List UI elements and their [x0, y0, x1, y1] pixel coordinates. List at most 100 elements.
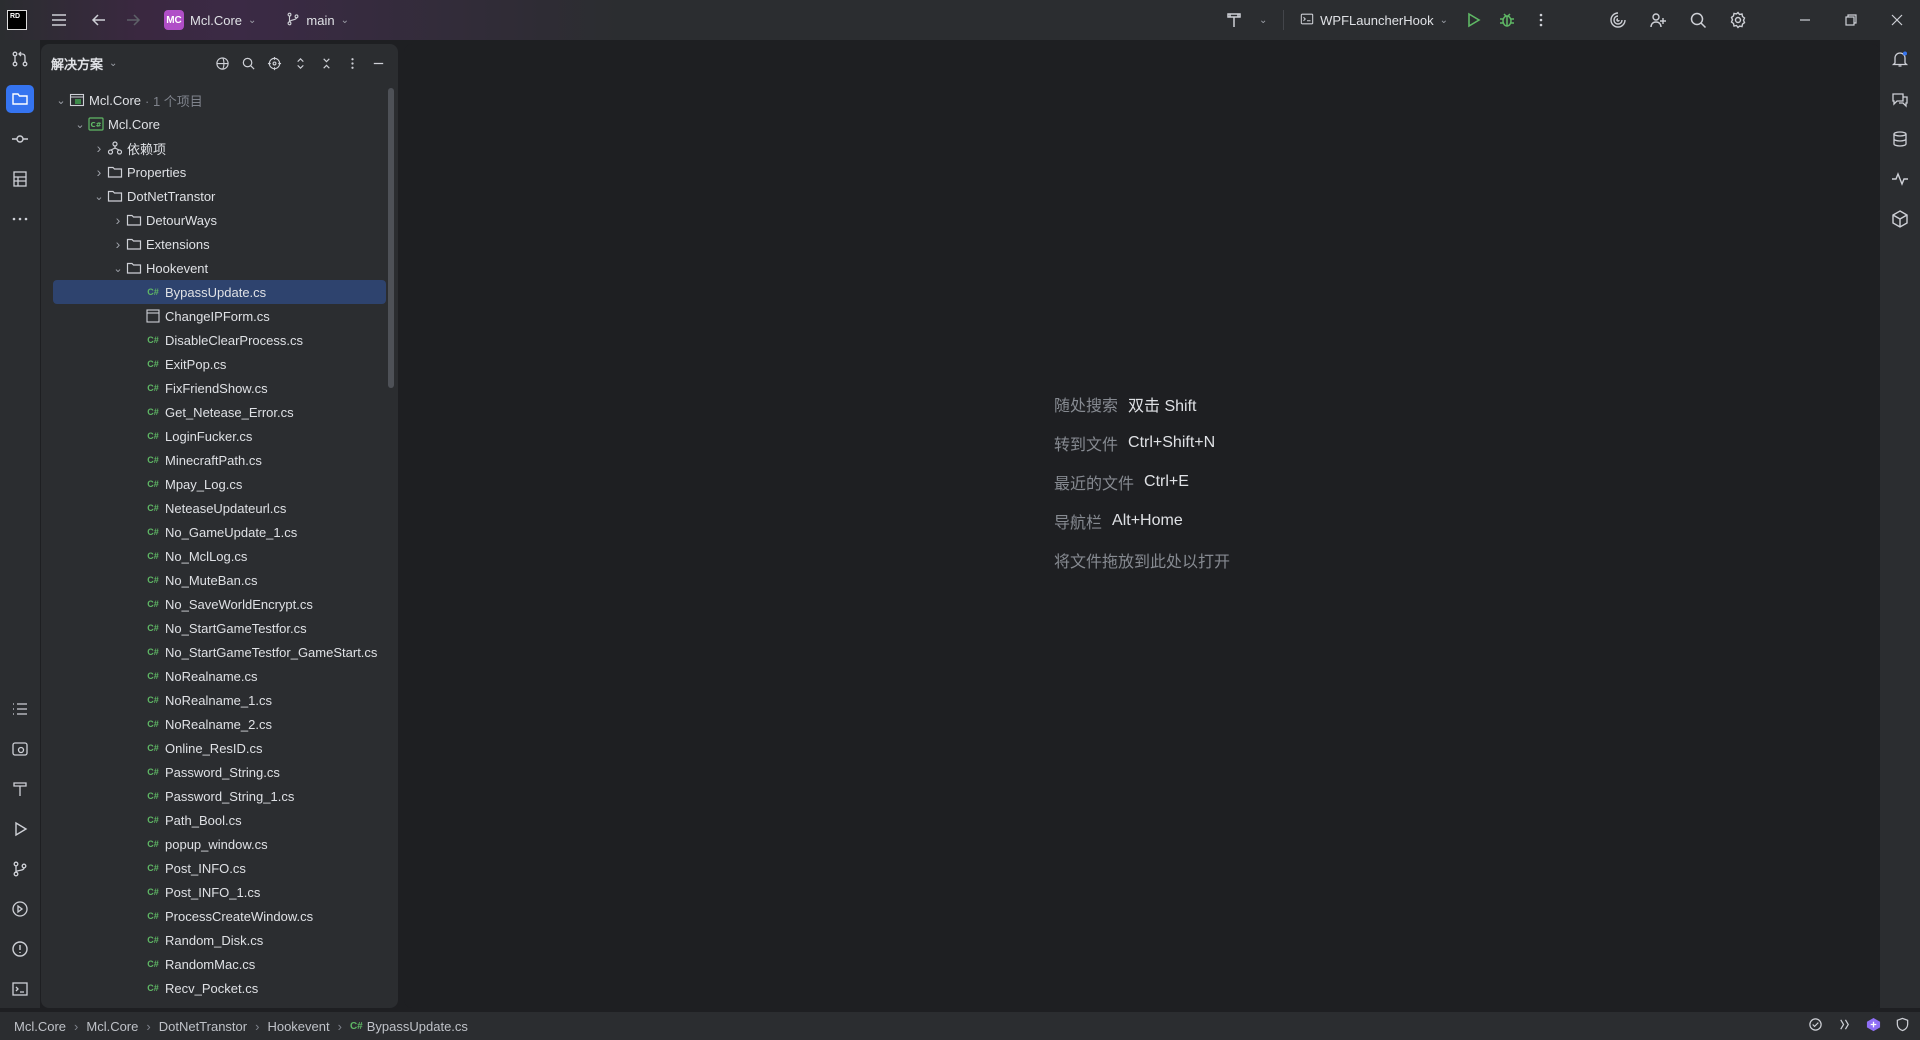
tree-row[interactable]: C# Recv_Pocket.cs	[41, 976, 398, 1000]
power-save-icon[interactable]	[1837, 1017, 1852, 1035]
tree-row[interactable]: C# Get_Netease_Error.cs	[41, 400, 398, 424]
panel-title[interactable]: 解决方案	[51, 54, 103, 73]
more-actions-icon[interactable]	[1524, 0, 1558, 40]
build-icon[interactable]	[6, 775, 34, 803]
services-icon[interactable]	[6, 735, 34, 763]
commit-icon[interactable]	[6, 125, 34, 153]
tree-row[interactable]: C# Post_INFO_1.cs	[41, 880, 398, 904]
run-config-widget[interactable]: WPFLauncherHook ⌄	[1292, 6, 1456, 34]
tree-row[interactable]: C# Random_Disk.cs	[41, 928, 398, 952]
breadcrumb-item[interactable]: Hookevent	[267, 1019, 329, 1034]
panel-options-icon[interactable]	[342, 53, 362, 73]
main-menu-icon[interactable]	[42, 0, 76, 40]
breadcrumb-item[interactable]: DotNetTranstor	[159, 1019, 247, 1034]
tree-row[interactable]: C# NoRealname.cs	[41, 664, 398, 688]
structure-icon[interactable]	[6, 165, 34, 193]
debug-tool-icon[interactable]	[6, 895, 34, 923]
forward-arrow-icon[interactable]	[116, 0, 150, 40]
code-with-me-icon[interactable]	[1638, 0, 1678, 40]
breadcrumb-item[interactable]: Mcl.Core	[86, 1019, 138, 1034]
problems-icon[interactable]	[6, 935, 34, 963]
terminal-icon[interactable]	[6, 975, 34, 1003]
tree-row[interactable]: C# RandomMac.cs	[41, 952, 398, 976]
tree-row[interactable]: › Properties	[41, 160, 398, 184]
inspection-check-icon[interactable]	[1808, 1017, 1823, 1035]
project-widget[interactable]: MC Mcl.Core ⌄	[156, 6, 264, 34]
tree-row[interactable]: C# Post_INFO.cs	[41, 856, 398, 880]
breadcrumb-item[interactable]: Mcl.Core	[14, 1019, 66, 1034]
collapse-chevron-icon[interactable]: ›	[110, 212, 126, 228]
build-options-chevron-icon[interactable]: ⌄	[1251, 0, 1275, 40]
collapse-chevron-icon[interactable]: ›	[91, 140, 107, 156]
read-only-shield-icon[interactable]	[1895, 1017, 1910, 1035]
collapse-chevron-icon[interactable]: ›	[91, 164, 107, 180]
collapse-chevron-icon[interactable]: ›	[110, 236, 126, 252]
tree-row[interactable]: C# Password_String_1.cs	[41, 784, 398, 808]
tree-row[interactable]: C# No_MuteBan.cs	[41, 568, 398, 592]
tree-row[interactable]: C# No_StartGameTestfor.cs	[41, 616, 398, 640]
tree-row[interactable]: C# Online_ResID.cs	[41, 736, 398, 760]
tree-row[interactable]: › DetourWays	[41, 208, 398, 232]
tree-row[interactable]: ChangeIPForm.cs	[41, 304, 398, 328]
dynamic-program-analysis-icon[interactable]	[1886, 165, 1914, 193]
hide-panel-icon[interactable]	[368, 53, 388, 73]
tree-row[interactable]: C# popup_window.cs	[41, 832, 398, 856]
unity-icon[interactable]	[1886, 205, 1914, 233]
settings-gear-icon[interactable]	[1718, 0, 1758, 40]
tree-row[interactable]: C# Mpay_Log.cs	[41, 472, 398, 496]
tree-row[interactable]: › Extensions	[41, 232, 398, 256]
tree-row[interactable]: C# ExitPop.cs	[41, 352, 398, 376]
search-everywhere-icon[interactable]	[1678, 0, 1718, 40]
expand-all-icon[interactable]	[290, 53, 310, 73]
database-icon[interactable]	[1886, 125, 1914, 153]
tree-row[interactable]: C# NoRealname_1.cs	[41, 688, 398, 712]
minimize-icon[interactable]	[1782, 0, 1828, 40]
tree-row[interactable]: C# Password_String.cs	[41, 760, 398, 784]
panel-title-chevron-icon[interactable]: ⌄	[109, 58, 117, 69]
more-tools-icon[interactable]	[6, 205, 34, 233]
tree-row[interactable]: C# No_StartGameTestfor_GameStart.cs	[41, 640, 398, 664]
expand-chevron-icon[interactable]: ⌄	[53, 94, 69, 107]
restore-icon[interactable]	[1828, 0, 1874, 40]
tree-row[interactable]: C# No_SaveWorldEncrypt.cs	[41, 592, 398, 616]
close-window-icon[interactable]	[1874, 0, 1920, 40]
tree-row[interactable]: C# NeteaseUpdateurl.cs	[41, 496, 398, 520]
todo-list-icon[interactable]	[6, 695, 34, 723]
pull-requests-icon[interactable]	[6, 45, 34, 73]
ai-status-icon[interactable]	[1866, 1017, 1881, 1035]
collapse-all-icon[interactable]	[316, 53, 336, 73]
tree-scrollbar[interactable]	[388, 88, 394, 388]
ai-assistant-icon[interactable]	[1598, 0, 1638, 40]
expand-chevron-icon[interactable]: ⌄	[91, 190, 107, 203]
tree-row[interactable]: C# No_GameUpdate_1.cs	[41, 520, 398, 544]
show-in-explorer-icon[interactable]	[212, 53, 232, 73]
locate-file-icon[interactable]	[264, 53, 284, 73]
tree-row[interactable]: ⌄ C# Mcl.Core	[41, 112, 398, 136]
tree-row-selected[interactable]: C# BypassUpdate.cs	[53, 280, 386, 304]
vcs-branch-widget[interactable]: main ⌄	[278, 6, 357, 34]
expand-chevron-icon[interactable]: ⌄	[72, 118, 88, 131]
run-icon[interactable]	[1456, 0, 1490, 40]
tree-row[interactable]: C# DisableClearProcess.cs	[41, 328, 398, 352]
tree-row[interactable]: C# ProcessCreateWindow.cs	[41, 904, 398, 928]
tree-row[interactable]: ⌄ Hookevent	[41, 256, 398, 280]
tree-row[interactable]: C# LoginFucker.cs	[41, 424, 398, 448]
build-hammer-icon[interactable]	[1217, 0, 1251, 40]
ai-chat-icon[interactable]	[1886, 85, 1914, 113]
tree-row[interactable]: C# Path_Bool.cs	[41, 808, 398, 832]
project-folder-icon[interactable]	[6, 85, 34, 113]
tree-row[interactable]: C# MinecraftPath.cs	[41, 448, 398, 472]
editor-area[interactable]: 随处搜索 双击 Shift 转到文件 Ctrl+Shift+N 最近的文件 Ctrl+E 导…	[404, 44, 1880, 1008]
run-tool-icon[interactable]	[6, 815, 34, 843]
tree-row[interactable]: C# NoRealname_2.cs	[41, 712, 398, 736]
tree-row[interactable]: ⌄ Mcl.Core · 1 个项目	[41, 88, 398, 112]
notifications-bell-icon[interactable]	[1886, 45, 1914, 73]
expand-chevron-icon[interactable]: ⌄	[110, 262, 126, 275]
breadcrumb-current-file[interactable]: BypassUpdate.cs	[367, 1019, 468, 1034]
tree-row[interactable]: C# No_MclLog.cs	[41, 544, 398, 568]
debug-icon[interactable]	[1490, 0, 1524, 40]
tree-row[interactable]: › 依赖项	[41, 136, 398, 160]
tree-row[interactable]: C# FixFriendShow.cs	[41, 376, 398, 400]
git-icon[interactable]	[6, 855, 34, 883]
tree-row[interactable]: ⌄ DotNetTranstor	[41, 184, 398, 208]
